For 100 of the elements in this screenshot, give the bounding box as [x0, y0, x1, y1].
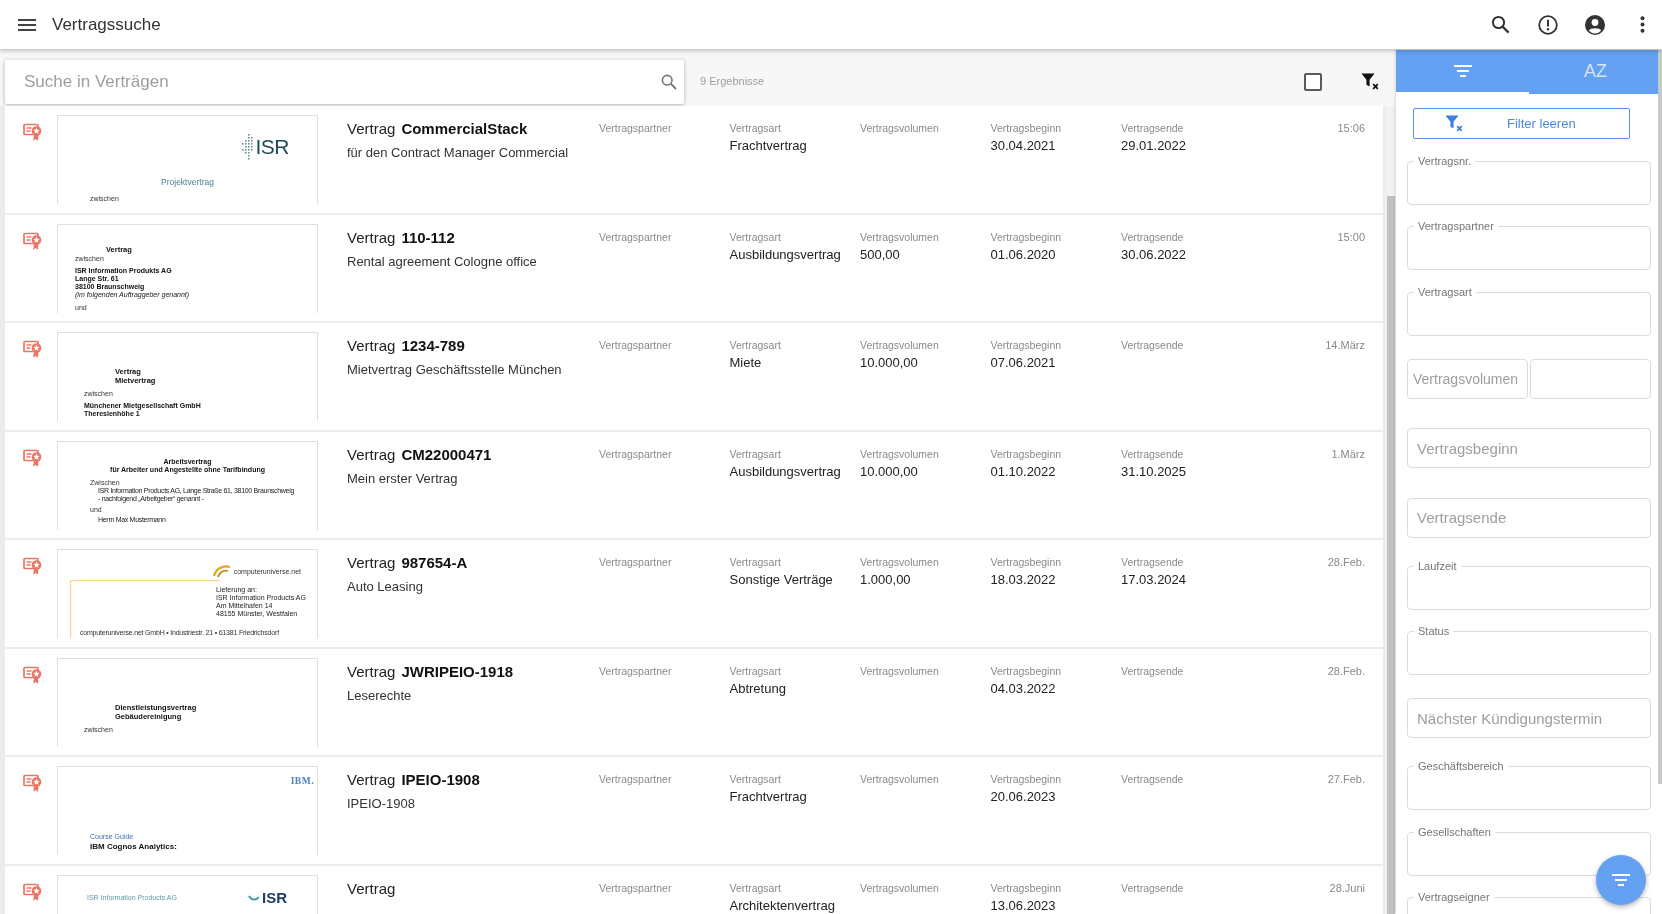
field-value: Sonstige Verträge: [729, 572, 833, 588]
swirl-icon: [211, 565, 232, 578]
field-value: Ausbildungsvertrag: [729, 246, 841, 263]
input-field[interactable]: Vertragspartner: [1407, 221, 1651, 270]
contract-list-item[interactable]: [5, 540, 1383, 647]
input-field[interactable]: Vertragsart: [1407, 286, 1651, 336]
field-label: Vertragsvolumen: [860, 556, 939, 569]
field-label: Vertragsende: [1121, 230, 1184, 244]
document-type: Vertrag: [347, 662, 396, 681]
input-field[interactable]: Laufzeit: [1407, 560, 1651, 610]
field-value: 04.03.2022: [990, 680, 1056, 697]
logo-text: ISR: [255, 135, 289, 158]
search-field[interactable]: Suche in Verträgen: [5, 59, 684, 104]
field-value: 10.000,00: [860, 355, 918, 371]
input-field[interactable]: Vertragsvolumen: [1407, 358, 1528, 399]
contract-number: IPEIO-1908: [401, 771, 480, 789]
field-label: Vertragsart: [729, 664, 781, 678]
field-label: Vertragsvolumen: [860, 664, 939, 678]
field-value: 07.06.2021: [990, 355, 1056, 371]
timestamp: 14.März: [1325, 339, 1365, 352]
contract-description: Rental agreement Cologne office: [347, 253, 537, 270]
field-label: Vertragsart: [729, 230, 781, 244]
contract-number: CommercialStack: [401, 120, 528, 138]
certificate-icon: [23, 231, 42, 250]
timestamp: 15:00: [1337, 230, 1365, 244]
more-icon[interactable]: [1639, 16, 1645, 33]
contract-description: Auto Leasing: [347, 579, 423, 595]
contract-description: Mietvertrag Geschäftsstelle München: [347, 362, 562, 378]
field-value: 18.03.2022: [990, 572, 1056, 588]
field-value: Abtretung: [729, 680, 786, 697]
contract-description: Mein erster Vertrag: [347, 470, 458, 487]
field-value: 30.06.2022: [1121, 246, 1187, 263]
account-icon[interactable]: [1585, 14, 1605, 35]
contract-list-item[interactable]: [5, 323, 1383, 430]
field-label: Vertragsende: [1121, 122, 1184, 135]
input-field[interactable]: Vertragsbeginn: [1407, 428, 1651, 468]
input-field[interactable]: [1530, 358, 1651, 399]
field-label: Vertragspartner: [599, 230, 672, 244]
field-label: Vertragsende: [1121, 556, 1184, 569]
timestamp: 27.Feb.: [1327, 773, 1365, 786]
certificate-icon: [23, 448, 42, 467]
field-value: Ausbildungsvertrag: [729, 463, 841, 480]
document-type: Vertrag: [347, 445, 396, 464]
field-value: 10.000,00: [860, 463, 918, 480]
field-label: Vertragspartner: [599, 773, 672, 786]
certificate-icon: [23, 882, 42, 901]
field-label: Vertragsvolumen: [860, 881, 939, 895]
field-label: Vertragsbeginn: [990, 122, 1062, 135]
clear-filter-button[interactable]: Filter leeren: [1413, 108, 1630, 139]
certificate-icon: [23, 557, 42, 575]
filter-clear-icon[interactable]: [1361, 73, 1379, 90]
input-field[interactable]: Vertragsende: [1407, 497, 1651, 538]
contract-list-item[interactable]: [5, 214, 1383, 321]
field-value: 13.06.2023: [990, 897, 1056, 914]
field-value: 17.03.2024: [1121, 572, 1187, 588]
field-label: Vertragsart: [729, 447, 781, 461]
input-field[interactable]: Geschäftsbereich: [1407, 761, 1651, 810]
timestamp: 28.Juni: [1329, 881, 1365, 895]
scrollbar-thumb[interactable]: [1387, 196, 1395, 914]
scrollbar-track[interactable]: [1385, 106, 1396, 914]
field-label: Vertragsart: [729, 881, 781, 895]
field-label: Vertragsende: [1121, 773, 1184, 786]
contract-description: für den Contract Manager Commercial: [347, 145, 569, 161]
field-value: 01.10.2022: [990, 463, 1056, 480]
field-label: Vertragsbeginn: [990, 881, 1062, 895]
document-type: Vertrag: [347, 337, 396, 355]
field-label: Vertragsbeginn: [990, 339, 1062, 352]
field-value: 31.10.2025: [1121, 463, 1187, 480]
field-label: Vertragsvolumen: [860, 122, 939, 135]
document-heading: IBM Cognos Analytics:: [90, 841, 177, 852]
field-label: Vertragsbeginn: [990, 664, 1062, 678]
field-label: Vertragsende: [1121, 881, 1184, 895]
document-title: Projektvertrag: [161, 177, 214, 187]
input-field[interactable]: Vertragsnr.: [1407, 155, 1651, 205]
timestamp: 15:06: [1337, 122, 1365, 135]
field-value: Frachtvertrag: [729, 138, 807, 154]
field-label: Vertragspartner: [599, 664, 672, 678]
contract-list-item[interactable]: [5, 431, 1383, 538]
filter-button[interactable]: [1596, 855, 1646, 905]
contract-list-item[interactable]: [5, 106, 1383, 213]
field-value: 29.01.2022: [1121, 138, 1187, 154]
timestamp: 28.Feb.: [1327, 664, 1365, 678]
search-icon[interactable]: [1491, 15, 1510, 34]
select-all-checkbox[interactable]: [1304, 72, 1322, 91]
menu-icon[interactable]: [18, 18, 36, 31]
scrollbar-thumb[interactable]: [1658, 50, 1662, 784]
certificate-icon: [23, 774, 42, 792]
field-label: Vertragsvolumen: [860, 230, 939, 244]
field-label: Vertragspartner: [599, 447, 672, 461]
field-label: Vertragsende: [1121, 447, 1184, 461]
alert-icon[interactable]: [1538, 14, 1558, 35]
field-label: Vertragspartner: [599, 556, 672, 569]
logo-text: IBM.: [290, 775, 314, 787]
field-label: Vertragsbeginn: [990, 773, 1062, 786]
contract-number: 1234-789: [401, 337, 465, 355]
input-field[interactable]: Status: [1407, 626, 1651, 675]
input-field[interactable]: Nächster Kündigungstermin: [1407, 698, 1651, 738]
filter-clear-icon: [1445, 115, 1463, 132]
contract-number: 987654-A: [401, 554, 468, 572]
field-value: 01.06.2020: [990, 246, 1056, 263]
